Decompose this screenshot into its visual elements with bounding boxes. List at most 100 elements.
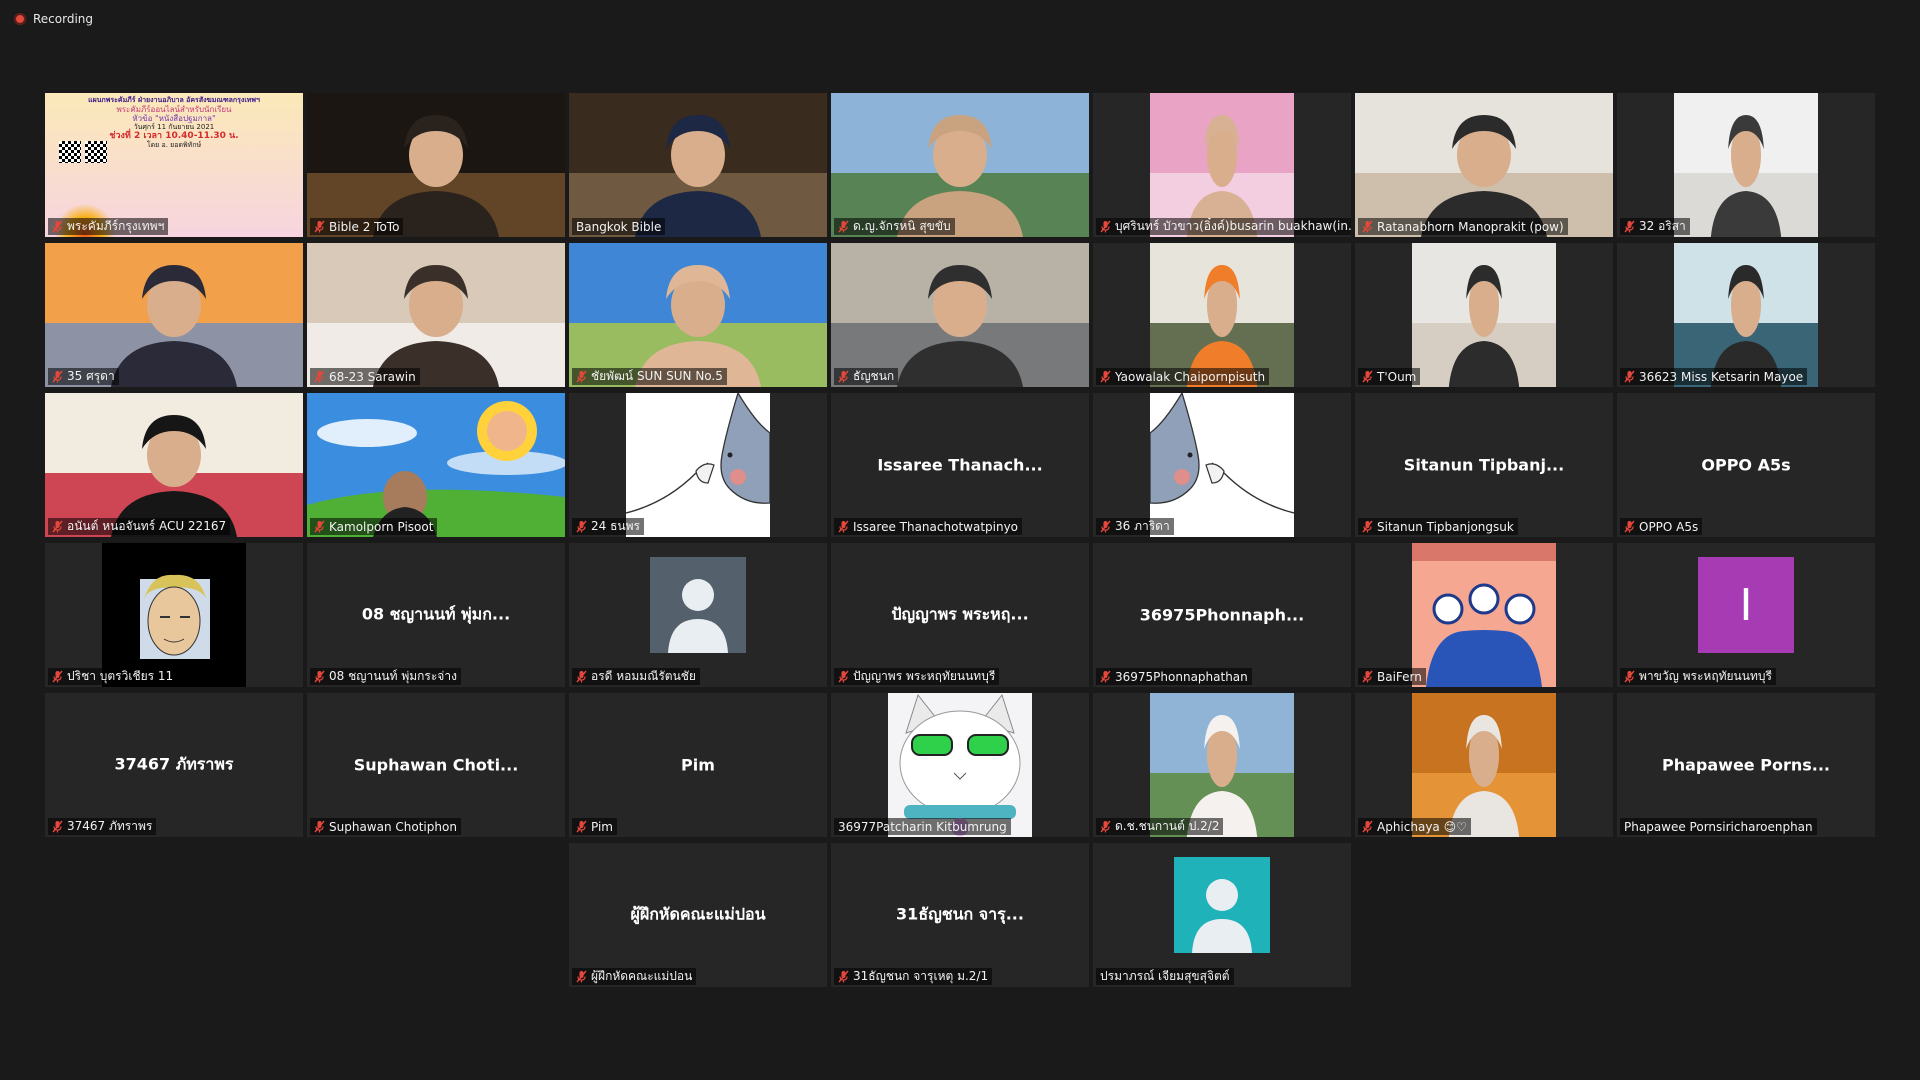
participant-tile[interactable]: BaiFern (1355, 543, 1613, 687)
participant-video (831, 93, 1089, 237)
participant-tile[interactable]: ปรมาภรณ์ เจียมสุขสุจิตต์ (1093, 843, 1351, 987)
participant-tile[interactable]: Aphichaya 😊♡ (1355, 693, 1613, 837)
muted-mic-icon (838, 220, 849, 233)
shared-poster: แผนกพระคัมภีร์ ฝ่ายงานอภิบาล อัครสังฆมณฑ… (45, 93, 303, 237)
muted-mic-icon (1362, 670, 1373, 683)
participant-name-label: อนันต์ หนอจันทร์ ACU 22167 (48, 518, 231, 535)
participant-name: อนันต์ หนอจันทร์ ACU 22167 (67, 519, 227, 533)
participant-tile[interactable]: ชัยพัฒน์ SUN SUN No.5 (569, 243, 827, 387)
participant-name-label: 35 ศรุดา (48, 368, 119, 385)
participant-tile[interactable]: ด.ช.ชนกานต์ ป.2/2 (1093, 693, 1351, 837)
participant-video (569, 93, 827, 237)
participant-name: Ratanabhorn Manoprakit (pow) (1377, 219, 1564, 234)
participant-tile[interactable]: 36 ภาริดา (1093, 393, 1351, 537)
participant-name-label: T'Oum (1358, 368, 1421, 385)
participant-name-label: ปริชา บุตรวิเชียร 11 (48, 668, 178, 685)
participant-tile[interactable]: Ratanabhorn Manoprakit (pow) (1355, 93, 1613, 237)
participant-tile[interactable]: OPPO A5s OPPO A5s (1617, 393, 1875, 537)
participant-tile[interactable]: 24 ธนพร (569, 393, 827, 537)
muted-mic-icon (314, 220, 325, 233)
participant-tile[interactable]: ด.ญ.จักรหนิ สุขขับ (831, 93, 1089, 237)
participant-tile[interactable]: Suphawan Choti... Suphawan Chotiphon (307, 693, 565, 837)
muted-mic-icon (1624, 520, 1635, 533)
muted-mic-icon (314, 370, 325, 383)
participant-display-name: 37467 ภัทราพร (114, 754, 234, 774)
participant-name: พระคัมภีร์กรุงเทพฯ (67, 219, 165, 233)
participant-name: 35 ศรุดา (67, 369, 115, 383)
participant-tile[interactable]: 36623 Miss Ketsarin Mayoe (1617, 243, 1875, 387)
participant-tile[interactable]: อรดี หอมมณีรัตนชัย (569, 543, 827, 687)
participant-name-label: พระคัมภีร์กรุงเทพฯ (48, 218, 169, 235)
participant-name-label: 36977Patcharin Kitbumrung (834, 818, 1011, 835)
gallery-view: แผนกพระคัมภีร์ ฝ่ายงานอภิบาล อัครสังฆมณฑ… (45, 93, 1875, 990)
participant-tile[interactable]: อนันต์ หนอจันทร์ ACU 22167 (45, 393, 303, 537)
qr-code (59, 141, 81, 163)
muted-mic-icon (52, 370, 63, 383)
participant-tile[interactable]: 37467 ภัทราพร 37467 ภัทราพร (45, 693, 303, 837)
recording-indicator[interactable]: Recording (14, 12, 93, 26)
participant-name: ผู้ฝึกหัดคณะแม่ปอน (591, 969, 693, 983)
default-avatar-icon (1174, 857, 1270, 953)
poster-line: หัวข้อ "หนังสือปฐมกาล" (132, 114, 216, 123)
participant-tile[interactable]: I พาขวัญ พระหฤทัยนนทบุรี (1617, 543, 1875, 687)
participant-name: T'Oum (1377, 369, 1417, 384)
participant-name: 31ธัญชนก จารุเหตุ ม.2/1 (853, 969, 989, 983)
muted-mic-icon (52, 820, 63, 833)
participant-tile[interactable]: บุศรินทร์ บัวขาว(อิ๋งค์)busarin buakhaw(… (1093, 93, 1351, 237)
muted-mic-icon (1624, 670, 1635, 683)
poster-line: แผนกพระคัมภีร์ ฝ่ายงานอภิบาล อัครสังฆมณฑ… (88, 96, 260, 104)
participant-tile[interactable]: 31ธัญชนก จารุ... 31ธัญชนก จารุเหตุ ม.2/1 (831, 843, 1089, 987)
participant-name: Bangkok Bible (576, 219, 662, 234)
profile-picture (888, 693, 1032, 837)
participant-name-label: อรดี หอมมณีรัตนชัย (572, 668, 700, 685)
participant-display-name: Phapawee Porns... (1662, 755, 1830, 775)
participant-tile[interactable]: Phapawee Porns... Phapawee Pornsiricharoe… (1617, 693, 1875, 837)
participant-tile[interactable]: 32 อริสา (1617, 93, 1875, 237)
participant-tile[interactable]: Issaree Thanach... Issaree Thanachotwatpi… (831, 393, 1089, 537)
participant-name: ด.ช.ชนกานต์ ป.2/2 (1115, 819, 1220, 833)
participant-name-label: Aphichaya 😊♡ (1358, 818, 1471, 835)
muted-mic-icon (314, 820, 325, 833)
participant-tile[interactable]: แผนกพระคัมภีร์ ฝ่ายงานอภิบาล อัครสังฆมณฑ… (45, 93, 303, 237)
muted-mic-icon (1100, 670, 1111, 683)
participant-tile[interactable]: T'Oum (1355, 243, 1613, 387)
participant-video (307, 243, 565, 387)
participant-name-label: ปัญญาพร พระหฤทัยนนทบุรี (834, 668, 1000, 685)
participant-name: 36623 Miss Ketsarin Mayoe (1639, 369, 1804, 384)
muted-mic-icon (1362, 820, 1373, 833)
qr-code (85, 141, 107, 163)
participant-name: Aphichaya 😊♡ (1377, 819, 1467, 834)
participant-tile[interactable]: 68-23 Sarawin (307, 243, 565, 387)
participant-name: Yaowalak Chaipornpisuth (1115, 369, 1266, 384)
participant-name: ปริชา บุตรวิเชียร 11 (67, 669, 174, 683)
muted-mic-icon (1100, 220, 1111, 233)
participant-name: 36975Phonnaphathan (1115, 669, 1248, 684)
participant-tile[interactable]: Pim Pim (569, 693, 827, 837)
participant-name-label: Kamolporn Pisoot (310, 518, 438, 535)
participant-name: Bible 2 ToTo (329, 219, 400, 234)
participant-tile[interactable]: ปริชา บุตรวิเชียร 11 (45, 543, 303, 687)
participant-tile[interactable]: Sitanun Tipbanj... Sitanun Tipbanjongsuk (1355, 393, 1613, 537)
participant-display-name: OPPO A5s (1701, 455, 1791, 475)
participant-video (831, 243, 1089, 387)
participant-tile[interactable]: 35 ศรุดา (45, 243, 303, 387)
participant-tile[interactable]: 36975Phonnaph... 36975Phonnaphathan (1093, 543, 1351, 687)
participant-tile[interactable]: Yaowalak Chaipornpisuth (1093, 243, 1351, 387)
participant-name-label: BaiFern (1358, 668, 1426, 685)
participant-tile[interactable]: ธัญชนก (831, 243, 1089, 387)
participant-name: OPPO A5s (1639, 519, 1699, 534)
participant-display-name: Issaree Thanach... (877, 455, 1043, 475)
participant-tile[interactable]: ปัญญาพร พระหฤ... ปัญญาพร พระหฤทัยนนทบุรี (831, 543, 1089, 687)
participant-tile[interactable]: Bangkok Bible (569, 93, 827, 237)
participant-name: Pim (591, 819, 613, 834)
participant-name-label: ด.ช.ชนกานต์ ป.2/2 (1096, 818, 1224, 835)
participant-tile[interactable]: ผู้ฝึกหัดคณะแม่ปอน ผู้ฝึกหัดคณะแม่ปอน (569, 843, 827, 987)
participant-tile[interactable]: Bible 2 ToTo (307, 93, 565, 237)
poster-line: พระคัมภีร์ออนไลน์สำหรับนักเรียน (116, 105, 232, 114)
muted-mic-icon (1624, 370, 1635, 383)
participant-tile[interactable]: 36977Patcharin Kitbumrung (831, 693, 1089, 837)
participant-tile[interactable]: Kamolporn Pisoot (307, 393, 565, 537)
participant-tile[interactable]: 08 ชญานนท์ พุ่มก... 08 ชญานนท์ พุ่มกระจ่า… (307, 543, 565, 687)
participant-video (1150, 93, 1294, 237)
default-avatar-icon (650, 557, 746, 653)
